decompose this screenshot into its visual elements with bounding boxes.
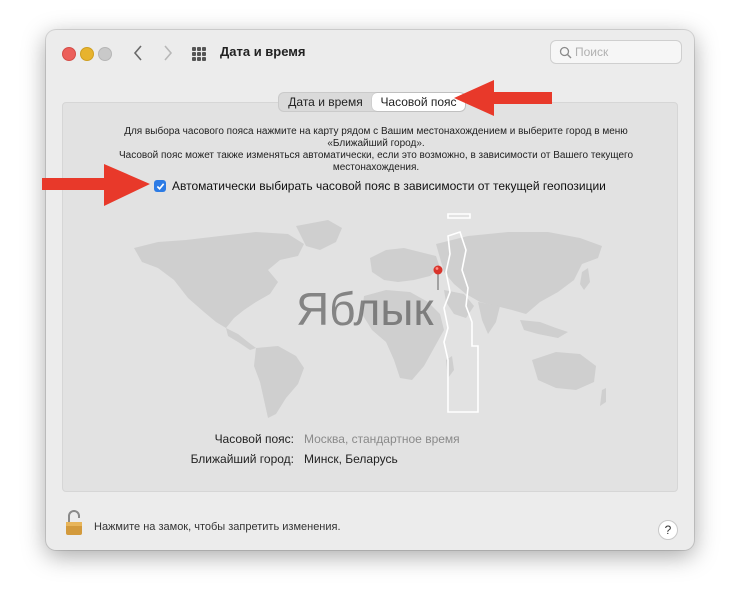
tab-date-time[interactable]: Дата и время	[279, 93, 372, 111]
close-button[interactable]	[62, 47, 76, 61]
checkmark-icon	[156, 182, 164, 190]
location-pin-icon	[433, 265, 443, 290]
watermark: Яблык	[296, 283, 434, 335]
annotation-arrow-tab	[454, 80, 552, 116]
map-australia	[532, 352, 596, 390]
window-title: Дата и время	[220, 44, 306, 59]
lock-label: Нажмите на замок, чтобы запретить измене…	[94, 521, 341, 533]
search-icon	[559, 46, 572, 59]
back-button[interactable]	[128, 42, 148, 64]
description-line: местонахождения.	[332, 162, 420, 173]
tab-bar: Дата и время Часовой пояс	[278, 92, 466, 112]
preferences-window: Дата и время Дата и время Часовой пояс Д…	[46, 30, 694, 550]
description-line: Часовой пояс может также изменяться авто…	[118, 150, 634, 161]
map-new-zealand	[600, 388, 606, 406]
map-india	[478, 302, 500, 334]
map-europe	[370, 248, 440, 282]
title-bar: Дата и время	[46, 30, 694, 76]
search-field[interactable]	[550, 40, 682, 64]
zoom-button[interactable]	[98, 47, 112, 61]
help-button[interactable]: ?	[658, 520, 678, 540]
description-line: «Ближайший город».	[327, 138, 425, 149]
show-all-grid-icon[interactable]	[192, 47, 206, 61]
timezone-label: Часовой пояс:	[214, 432, 294, 446]
auto-timezone-label: Автоматически выбирать часовой пояс в за…	[172, 179, 606, 193]
map-south-america	[254, 346, 304, 418]
map-north-america	[134, 232, 304, 328]
map-japan	[580, 268, 590, 290]
map-southeast-asia	[520, 320, 568, 338]
chevron-right-icon	[164, 45, 173, 61]
timezone-value: Москва, стандартное время	[304, 432, 460, 446]
map-central-america	[226, 328, 256, 350]
chevron-left-icon	[133, 45, 142, 61]
minimize-button[interactable]	[80, 47, 94, 61]
auto-timezone-row[interactable]: Автоматически выбирать часовой пояс в за…	[154, 179, 606, 193]
lock-open-icon[interactable]	[64, 510, 84, 536]
search-input[interactable]	[575, 44, 675, 60]
annotation-arrow-checkbox	[42, 164, 150, 206]
auto-timezone-checkbox[interactable]	[154, 180, 166, 192]
forward-button[interactable]	[158, 42, 178, 64]
description-line: Для выбора часового пояса нажмите на кар…	[124, 126, 628, 137]
closest-city-value[interactable]: Минск, Беларусь	[304, 452, 398, 466]
closest-city-label: Ближайший город:	[190, 452, 294, 466]
timezone-description: Для выбора часового пояса нажмите на кар…	[106, 126, 646, 174]
